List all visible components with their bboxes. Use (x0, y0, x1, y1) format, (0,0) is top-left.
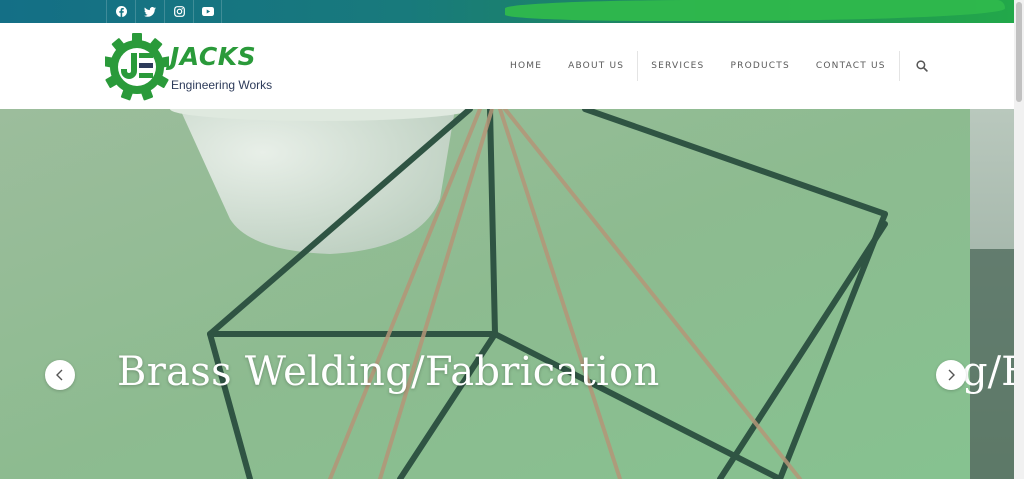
scrollbar-thumb[interactable] (1016, 2, 1022, 102)
top-social-bar (0, 0, 1014, 23)
youtube-link[interactable] (193, 0, 222, 23)
instagram-link[interactable] (164, 0, 193, 23)
nav-item-services[interactable]: SERVICES (638, 61, 717, 71)
slider-next-button[interactable] (936, 360, 966, 390)
facebook-icon (115, 6, 127, 17)
nav-divider (898, 51, 900, 81)
facebook-link[interactable] (106, 0, 135, 23)
twitter-link[interactable] (135, 0, 164, 23)
decorative-brush-stroke (505, 0, 1005, 21)
page-scrollbar[interactable] (1014, 0, 1024, 479)
search-icon (916, 60, 928, 72)
hero-title: Brass Welding/Fabrication (117, 349, 660, 395)
next-slide-title-peek: g/F (962, 349, 1014, 395)
site-logo[interactable]: JACKS Engineering Works (105, 31, 280, 101)
hero-background-image (0, 109, 970, 479)
next-slide-preview (970, 109, 1014, 479)
nav-item-about-us[interactable]: ABOUT US (555, 61, 637, 71)
nav-item-home[interactable]: HOME (497, 61, 555, 71)
social-links (106, 0, 222, 23)
main-nav: HOME ABOUT US SERVICES PRODUCTS CONTACT … (497, 23, 936, 109)
nav-item-contact-us[interactable]: CONTACT US (803, 61, 899, 71)
site-header: JACKS Engineering Works HOME ABOUT US SE… (0, 23, 1014, 109)
brand-name: JACKS (170, 42, 257, 71)
search-button[interactable] (908, 60, 936, 72)
twitter-icon (144, 6, 156, 17)
brand-tagline: Engineering Works (171, 78, 273, 92)
gear-logo-icon (105, 33, 169, 101)
nav-item-products[interactable]: PRODUCTS (717, 61, 802, 71)
hero-slider: Brass Welding/Fabrication g/F (0, 109, 1014, 479)
chevron-right-icon (948, 369, 955, 381)
instagram-icon (173, 6, 185, 17)
youtube-icon (201, 7, 214, 16)
chevron-left-icon (56, 369, 63, 381)
page: JACKS Engineering Works HOME ABOUT US SE… (0, 0, 1024, 479)
slider-prev-button[interactable] (45, 360, 75, 390)
